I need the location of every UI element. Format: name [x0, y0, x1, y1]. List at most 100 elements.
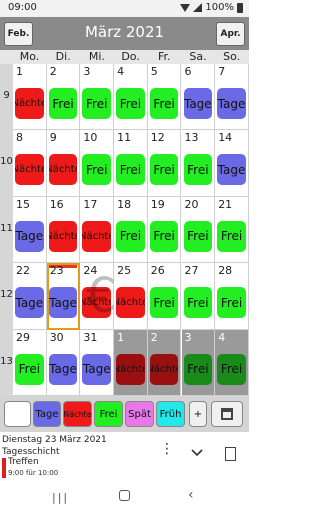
day-cell[interactable]: 29 Frei	[13, 329, 47, 396]
day-number: 28	[218, 264, 233, 278]
shift-button[interactable]: Früh	[156, 401, 185, 427]
shift-button[interactable]: Nächte	[63, 401, 92, 427]
day-number: 15	[16, 197, 30, 211]
shift-button[interactable]	[4, 401, 31, 427]
shift-badge: Frei	[149, 220, 179, 252]
weekday-label: Mi.	[88, 50, 105, 63]
day-cell[interactable]: 4 Frei	[114, 64, 148, 131]
prev-month-button[interactable]: Feb.	[4, 22, 33, 46]
shift-badge: Tage	[48, 353, 78, 385]
day-number: 9	[49, 131, 57, 145]
day-number: 16	[49, 197, 64, 211]
selected-date: Dienstag 23 März 2021	[2, 435, 107, 445]
day-cell[interactable]: 5 Frei	[147, 64, 182, 131]
calendar-grid: 1 Nächte 2 Frei 3 Frei 4 Frei 5 Frei 6 Tage 7 Tage 8 Nä…	[13, 64, 249, 396]
day-cell[interactable]: 1 Nächte	[114, 329, 148, 396]
day-cell[interactable]: 7 Tage	[215, 64, 249, 131]
day-cell[interactable]: 27 Frei	[181, 263, 216, 330]
euro-icon: €	[86, 268, 117, 324]
day-number: 4	[117, 65, 125, 78]
day-cell[interactable]: 23 Tage	[46, 263, 81, 330]
day-cell[interactable]: 2 Nächte	[147, 329, 182, 396]
day-number: 2	[150, 330, 158, 344]
day-number: 31	[83, 330, 98, 344]
weekday-label: Fr.	[158, 50, 171, 63]
day-cell[interactable]: 6 Tage	[181, 64, 216, 131]
chevron-down-icon[interactable]	[190, 446, 204, 460]
day-cell[interactable]: 17 Nächte	[80, 196, 115, 264]
week-number: 13	[0, 355, 13, 367]
day-cell[interactable]: 25 Nächte	[114, 263, 148, 330]
day-cell[interactable]: 20 Frei	[181, 196, 216, 264]
day-cell[interactable]: 22 Tage	[13, 263, 47, 330]
day-number: 20	[184, 197, 199, 211]
shift-badge: Nächte	[116, 353, 145, 385]
home-icon[interactable]	[119, 490, 130, 501]
day-cell[interactable]: 3 Frei	[181, 329, 216, 396]
day-cell[interactable]: 30 Tage	[46, 329, 81, 396]
recent-apps-icon[interactable]: |||	[52, 491, 69, 504]
day-cell[interactable]: 10 Frei	[80, 130, 115, 197]
event-time: 9:00 für 10:00	[8, 469, 59, 477]
day-cell[interactable]: 4 Frei	[215, 329, 249, 396]
day-cell[interactable]: 9 Nächte	[46, 130, 81, 197]
week-number-column: 9 10 11 12 13	[0, 64, 13, 396]
shift-badge: Frei	[82, 154, 112, 186]
back-icon[interactable]: ‹	[188, 487, 194, 503]
shift-badge: Frei	[82, 88, 112, 119]
shift-toolbar: Tage Nächte Frei Spät Früh +	[0, 396, 249, 432]
battery-percent: 100%	[205, 2, 234, 13]
day-cell[interactable]: 18 Frei	[114, 196, 148, 264]
month-title: März 2021	[84, 23, 165, 41]
day-cell[interactable]: 3 Frei	[80, 64, 115, 131]
weekday-header: Mo. Di. Mi. Do. Fr. Sa. So.	[0, 50, 249, 64]
day-cell[interactable]: 14 Tage	[215, 130, 249, 197]
day-number: 1	[117, 330, 125, 344]
shift-badge: Frei	[149, 88, 179, 119]
battery-icon	[237, 2, 243, 13]
day-cell[interactable]: 26 Frei	[147, 263, 182, 330]
weekday-label: Sa.	[189, 50, 207, 63]
day-cell[interactable]: 31 Tage	[80, 329, 115, 396]
weekday-label: Di.	[55, 50, 71, 63]
shift-badge: Tage	[15, 287, 44, 319]
shift-badge: Tage	[183, 88, 213, 119]
shift-badge: Nächte	[48, 220, 78, 252]
day-number: 5	[150, 65, 158, 78]
calendar-button[interactable]	[211, 401, 243, 427]
shift-button[interactable]: Tage	[33, 401, 61, 427]
shift-badge: Frei	[116, 154, 145, 186]
shift-button[interactable]: Frei	[94, 401, 123, 427]
event-title[interactable]: Treffen	[8, 457, 39, 467]
day-info-panel: Dienstag 23 März 2021 Tagesschicht Treff…	[0, 432, 249, 482]
day-cell[interactable]: 15 Tage	[13, 196, 47, 264]
day-number: 27	[184, 264, 199, 278]
shift-badge: Tage	[217, 154, 246, 186]
day-cell[interactable]: 16 Nächte	[46, 196, 81, 264]
day-cell[interactable]: 28 Frei	[215, 263, 249, 330]
day-number: 2	[49, 65, 57, 78]
day-cell[interactable]: 1 Nächte	[13, 64, 47, 131]
shift-button[interactable]: +	[189, 401, 207, 427]
shift-badge: Nächte	[15, 88, 44, 119]
event-color-marker	[2, 458, 6, 478]
day-cell[interactable]: 21 Frei	[215, 196, 249, 264]
day-cell[interactable]: 8 Nächte	[13, 130, 47, 197]
signal-icon	[193, 3, 203, 12]
status-bar: 09:00 100%	[0, 0, 249, 17]
day-number: 8	[16, 131, 23, 145]
shift-badge: Tage	[82, 353, 112, 385]
next-month-button[interactable]: Apr.	[216, 22, 245, 46]
day-cell[interactable]: 2 Frei	[46, 64, 81, 131]
day-number: 17	[83, 197, 98, 211]
day-cell[interactable]: 11 Frei	[114, 130, 148, 197]
shift-badge: Nächte	[48, 154, 78, 186]
weekday-label: Mo.	[19, 50, 40, 63]
day-cell[interactable]: 19 Frei	[147, 196, 182, 264]
note-icon[interactable]	[225, 447, 236, 461]
more-vert-icon[interactable]: ⋮	[160, 442, 174, 463]
shift-button[interactable]: Spät	[125, 401, 154, 427]
day-cell[interactable]: 12 Frei	[147, 130, 182, 197]
day-cell[interactable]: 13 Frei	[181, 130, 216, 197]
status-time: 09:00	[8, 2, 37, 13]
